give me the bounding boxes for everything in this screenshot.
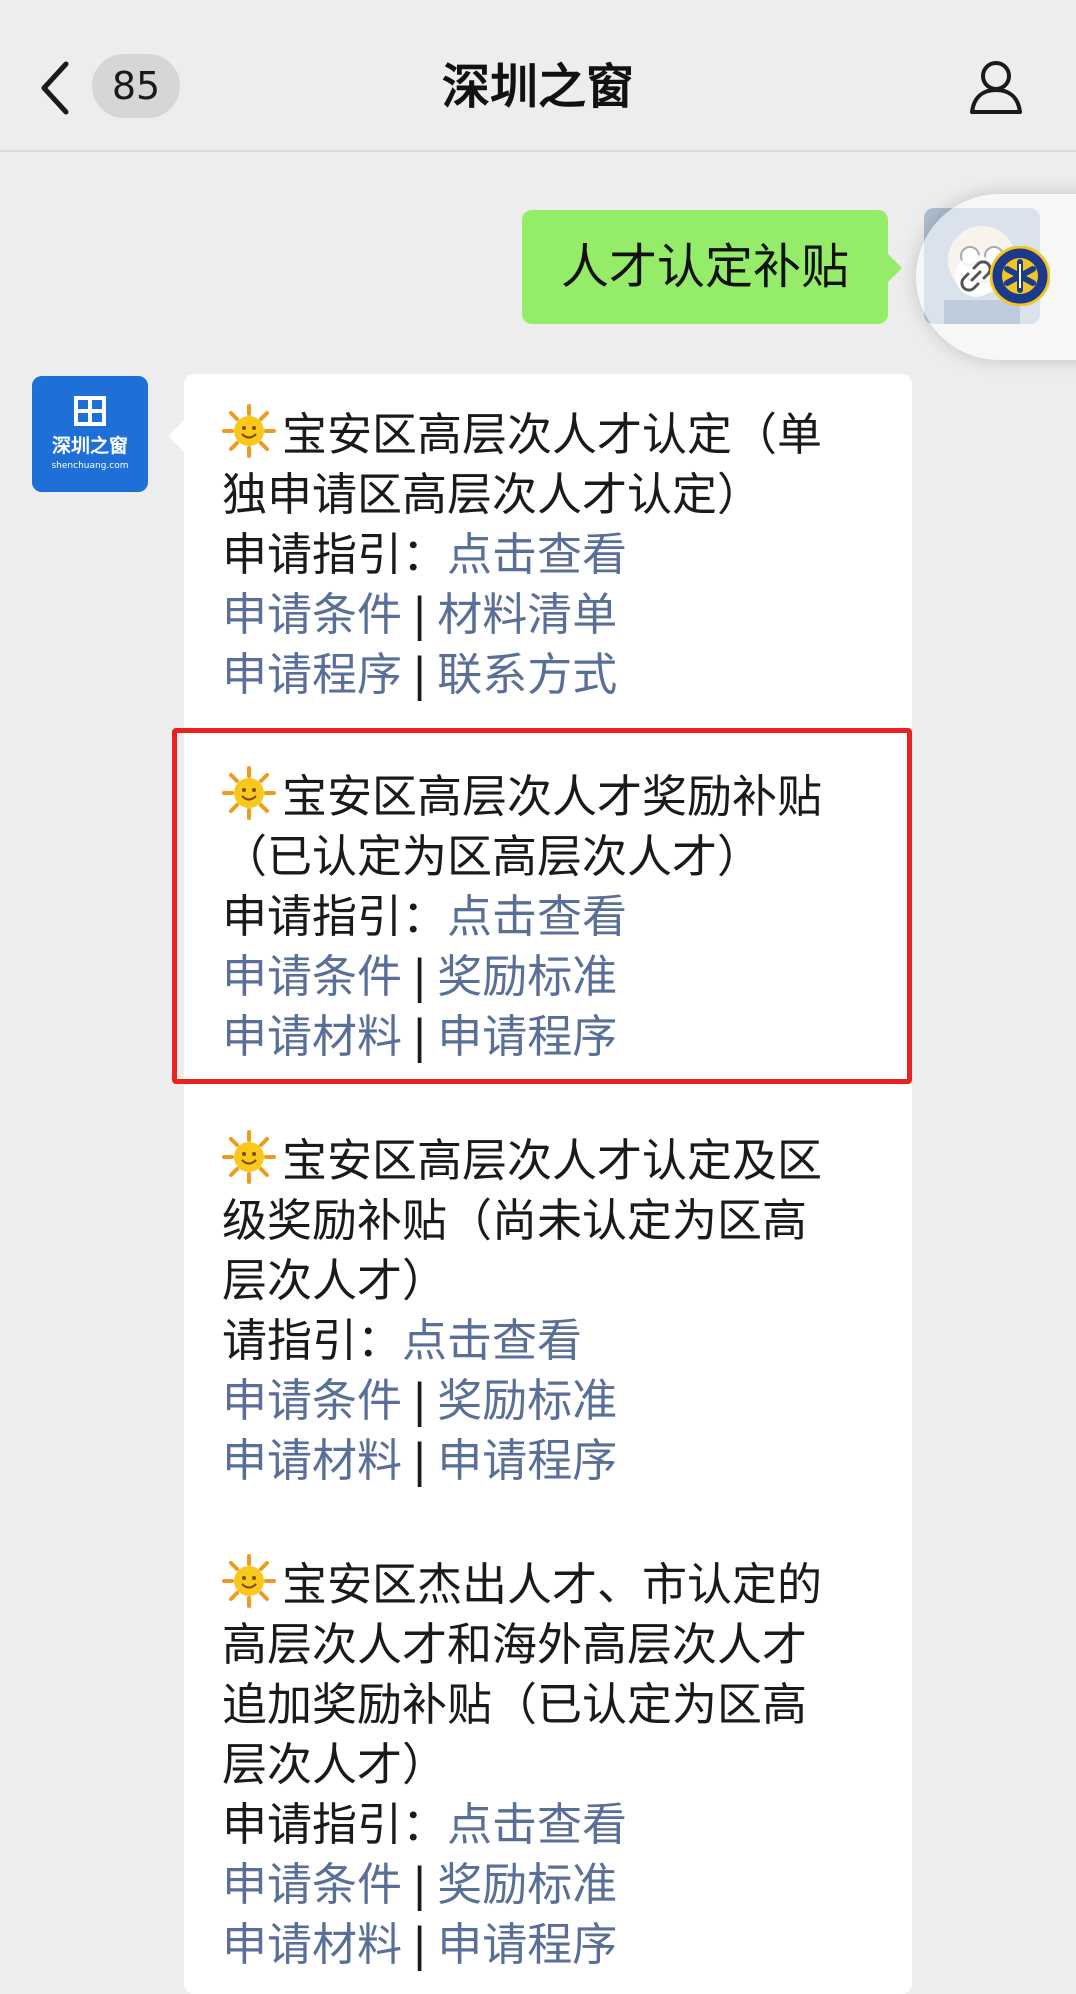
section-title-line: 级奖励补贴（尚未认定为区高 (222, 1194, 808, 1247)
application-procedure-link[interactable]: 申请程序 (222, 648, 402, 701)
section-title-line: 追加奖励补贴（已认定为区高 (222, 1678, 808, 1731)
links-row: 申请程序 | 联系方式 (222, 645, 898, 705)
chevron-left-icon (41, 61, 69, 115)
links-row: 申请材料 | 申请程序 (222, 1431, 898, 1491)
application-conditions-link[interactable]: 申请条件 (222, 1374, 402, 1427)
guide-label: 申请指引： (222, 1798, 448, 1851)
reward-standard-link[interactable]: 奖励标准 (437, 1374, 617, 1427)
application-procedure-link[interactable]: 申请程序 (437, 1434, 617, 1487)
links-row: 申请条件 | 材料清单 (222, 585, 898, 645)
separator: | (412, 588, 428, 641)
guide-row: 申请指引：点击查看 (222, 525, 898, 585)
links-row: 申请条件 | 奖励标准 (222, 1371, 898, 1431)
chat-header: 85 深圳之窗 (0, 0, 1076, 152)
service-section-3: 宝安区高层次人才认定及区 级奖励补贴（尚未认定为区高 层次人才） 请指引：点击查… (222, 1130, 898, 1491)
separator: | (412, 1858, 428, 1911)
application-materials-link[interactable]: 申请材料 (222, 1918, 402, 1971)
logo-text: 深圳之窗 (52, 434, 128, 457)
section-title-text: 宝安区杰出人才、市认定的 (282, 1558, 823, 1611)
materials-list-link[interactable]: 材料清单 (437, 588, 617, 641)
links-row: 申请材料 | 申请程序 (222, 1915, 898, 1975)
separator: | (412, 1918, 428, 1971)
guide-row: 申请指引：点击查看 (222, 1795, 898, 1855)
section-title-line: 层次人才） (222, 1738, 448, 1791)
section-title-line: 高层次人才和海外高层次人才 (222, 1618, 808, 1671)
section-title-text: 宝安区高层次人才认定（单 (282, 408, 823, 461)
sun-emoji-icon (222, 1554, 276, 1608)
section-title-line: 独申请区高层次人才认定） (222, 468, 763, 521)
sun-emoji-icon (222, 1130, 276, 1184)
view-guide-link[interactable]: 点击查看 (447, 528, 627, 581)
service-section-1: 宝安区高层次人才认定（单 独申请区高层次人才认定） 申请指引：点击查看 申请条件… (222, 404, 898, 705)
unread-count-badge[interactable]: 85 (92, 54, 180, 118)
chat-title: 深圳之窗 (441, 59, 634, 115)
outgoing-bubble-tail (886, 252, 902, 284)
guide-row: 请指引：点击查看 (222, 1311, 898, 1371)
application-conditions-link[interactable]: 申请条件 (222, 1858, 402, 1911)
medical-emblem-icon (990, 246, 1050, 306)
logo-subtext: shenchuang.com (51, 461, 128, 471)
shenzhen-window-logo: 深圳之窗 shenchuang.com (32, 376, 148, 492)
official-account-avatar[interactable]: 深圳之窗 shenchuang.com (32, 376, 148, 492)
guide-label: 请指引： (222, 1314, 403, 1367)
incoming-bubble-tail (168, 420, 184, 452)
links-row: 申请条件 | 奖励标准 (222, 1855, 898, 1915)
separator: | (412, 1374, 428, 1427)
view-guide-link[interactable]: 点击查看 (402, 1314, 582, 1367)
section-title-text: 宝安区高层次人才认定及区 (282, 1134, 823, 1187)
profile-button[interactable] (966, 56, 1026, 116)
section-title-line: 宝安区高层次人才认定及区 (222, 1130, 898, 1191)
back-button[interactable] (36, 60, 76, 116)
reward-standard-link[interactable]: 奖励标准 (437, 1858, 617, 1911)
separator: | (412, 648, 428, 701)
separator: | (412, 1434, 428, 1487)
section-title-line: 宝安区杰出人才、市认定的 (222, 1554, 898, 1615)
section-title-line: 层次人才） (222, 1254, 448, 1307)
red-highlight-box (172, 728, 912, 1084)
section-title-line: 宝安区高层次人才认定（单 (222, 404, 898, 465)
application-materials-link[interactable]: 申请材料 (222, 1434, 402, 1487)
guide-label: 申请指引： (222, 528, 448, 581)
contact-info-link[interactable]: 联系方式 (437, 648, 617, 701)
application-conditions-link[interactable]: 申请条件 (222, 588, 402, 641)
sun-emoji-icon (222, 404, 276, 458)
application-procedure-link[interactable]: 申请程序 (437, 1918, 617, 1971)
service-section-4: 宝安区杰出人才、市认定的 高层次人才和海外高层次人才 追加奖励补贴（已认定为区高… (222, 1554, 898, 1975)
person-icon (970, 61, 1022, 114)
outgoing-message-bubble[interactable]: 人才认定补贴 (522, 210, 888, 324)
view-guide-link[interactable]: 点击查看 (447, 1798, 627, 1851)
